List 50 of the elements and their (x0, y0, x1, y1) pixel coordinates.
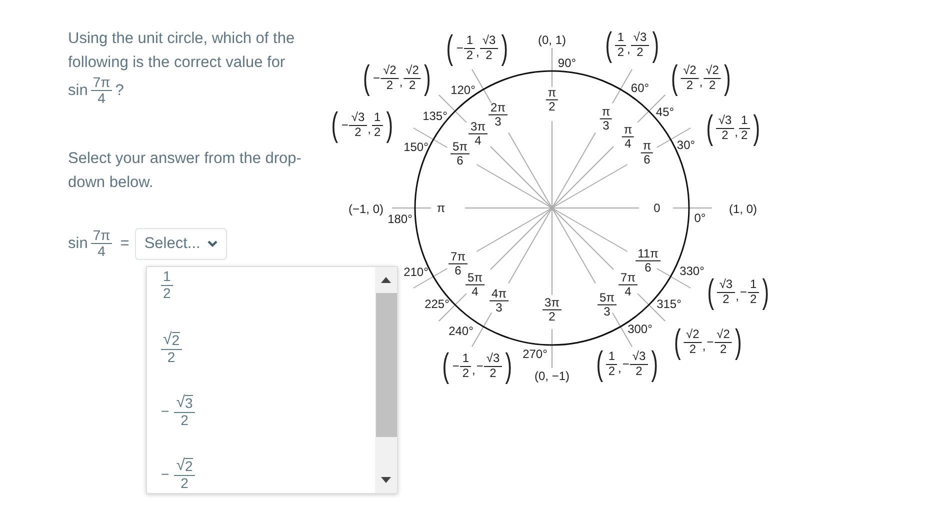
coordinate-label: (1, 0) (729, 202, 757, 216)
degree-label: 270° (522, 347, 548, 361)
radian-label: 3π 2 (542, 296, 562, 324)
degree-label: 315° (656, 297, 682, 311)
radian-label: 5π 3 (598, 291, 616, 319)
degree-label: 150° (404, 140, 428, 154)
degree-label: 90° (558, 56, 576, 70)
degree-label: 60° (630, 81, 650, 95)
scroll-down-icon[interactable] (381, 476, 391, 483)
degree-label: 45° (656, 105, 674, 119)
radian-label: 5π 4 (466, 271, 484, 299)
degree-label: 30° (676, 138, 696, 152)
radian-label: π (436, 201, 446, 215)
degree-label: 240° (448, 324, 474, 338)
answer-dropdown[interactable]: Select... (135, 228, 228, 260)
scroll-up-icon[interactable] (381, 276, 391, 283)
radian-label: π 6 (640, 139, 654, 167)
coordinate-label: (−1, 0) (348, 202, 384, 216)
radian-label: 2π 3 (488, 101, 508, 129)
radian-label: 3π 4 (468, 120, 488, 148)
scrollbar-track[interactable] (375, 266, 397, 493)
degree-label: 330° (680, 264, 704, 278)
leader-line (472, 312, 492, 348)
degree-label: 180° (388, 212, 412, 226)
degree-label: 300° (628, 322, 652, 336)
scrollbar-thumb[interactable] (376, 292, 396, 437)
degree-label: 210° (404, 265, 428, 279)
degree-label: 120° (450, 83, 476, 97)
radian-label: 7π 4 (618, 271, 638, 299)
coordinate-label: (0, −1) (534, 369, 570, 383)
caret-icon (207, 240, 218, 248)
degree-label: 0° (694, 211, 706, 225)
radian-label: π 3 (600, 105, 612, 133)
radian-label: 4π 3 (490, 287, 508, 315)
equals-sign: = (120, 234, 130, 253)
radian-label: 5π 6 (450, 140, 470, 168)
degree-label: 135° (422, 109, 448, 123)
degree-label: 225° (424, 297, 450, 311)
radian-label: π 2 (546, 86, 558, 114)
dropdown-option[interactable]: 1 2 (161, 266, 375, 304)
dropdown-option[interactable]: − √2 2 (161, 456, 375, 493)
leader-line (612, 68, 632, 104)
radian-label: 11π 6 (636, 247, 660, 275)
radian-label: 7π 6 (448, 250, 468, 278)
radian-label: π 4 (622, 123, 634, 151)
radian-label: 0 (654, 201, 660, 215)
instruction-text: Select your answer from the drop-down below. (68, 148, 302, 193)
dropdown-option[interactable]: − √3 2 (161, 392, 375, 430)
coordinate-label: (0, 1) (538, 33, 566, 47)
dropdown-option[interactable]: √2 2 (161, 330, 375, 367)
